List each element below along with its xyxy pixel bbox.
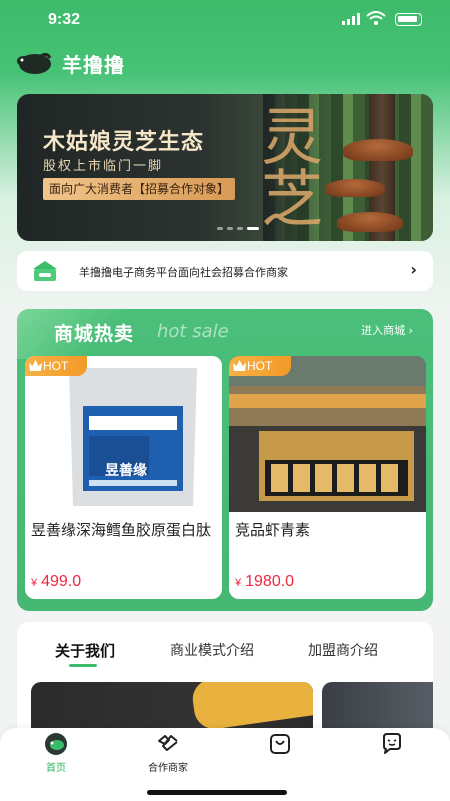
tab-active-indicator	[69, 664, 97, 667]
chevron-right-icon: ›	[410, 260, 417, 279]
sheep-logo-icon	[17, 52, 52, 74]
tab-label: 首页	[46, 763, 66, 774]
tab-label	[357, 759, 427, 772]
crown-icon	[233, 360, 246, 371]
hot-badge-label: HOT	[247, 359, 273, 373]
tab-about-us[interactable]: 关于我们	[55, 640, 115, 661]
product-card[interactable]: HOT 竞品虾青素 ¥1980.0	[229, 356, 426, 599]
status-bar: 9:32	[0, 0, 450, 40]
tab-label: 合作商家	[148, 763, 188, 774]
hot-badge: HOT	[229, 356, 291, 376]
currency-symbol: ¥	[235, 577, 242, 589]
app-title: 羊撸撸	[62, 52, 125, 77]
lingzhi-mushroom-image	[343, 139, 413, 161]
section-title: 商城热卖	[54, 323, 135, 345]
hot-sale-section: 商城热卖 hot sale 进入商城 › 昱善缘 HOT 昱善缘深海鳕鱼胶原蛋白…	[17, 309, 433, 611]
battery-icon	[395, 13, 422, 26]
hot-badge: HOT	[25, 356, 87, 376]
enter-mall-link[interactable]: 进入商城 ›	[361, 322, 413, 338]
banner-subtitle: 股权上市临门一脚	[43, 159, 164, 174]
home-icon	[45, 733, 67, 755]
product-name: 竞品虾青素	[235, 521, 311, 539]
status-time: 9:32	[48, 11, 81, 28]
shopping-bag-icon	[270, 734, 290, 754]
carousel-dot-active[interactable]	[247, 227, 259, 230]
notice-text: 羊撸撸电子商务平台面向社会招募合作商家	[79, 266, 288, 279]
carousel-dot[interactable]	[227, 227, 233, 230]
tab-messages[interactable]	[357, 732, 427, 774]
message-icon	[383, 733, 401, 754]
carousel-dot[interactable]	[217, 227, 223, 230]
about-section: 关于我们 商业模式介绍 加盟商介绍	[17, 622, 433, 742]
banner-title: 木姑娘灵芝生态	[43, 129, 205, 155]
tab-home[interactable]: 首页	[21, 732, 91, 774]
tab-business-model[interactable]: 商业模式介绍	[170, 640, 254, 660]
lingzhi-mushroom-image	[325, 179, 385, 197]
carousel-dot[interactable]	[237, 227, 243, 230]
product-pack-label: 昱善缘	[105, 463, 147, 479]
product-price: ¥1980.0	[235, 573, 294, 591]
banner-calligraphy: 灵芝	[250, 104, 323, 228]
price-value: 1980.0	[245, 573, 295, 590]
section-subtitle: hot sale	[157, 321, 229, 342]
tab-shop[interactable]	[245, 732, 315, 774]
product-card[interactable]: 昱善缘 HOT 昱善缘深海鳕鱼胶原蛋白肽 ¥499.0	[25, 356, 222, 599]
tab-franchisee[interactable]: 加盟商介绍	[308, 640, 378, 660]
hot-badge-label: HOT	[43, 359, 69, 373]
wifi-icon	[366, 11, 386, 25]
app-header: 羊撸撸	[16, 46, 125, 80]
crown-icon	[29, 360, 42, 371]
promo-banner[interactable]: 灵芝 木姑娘灵芝生态 股权上市临门一脚 面向广大消费者【招募合作对象】	[17, 94, 433, 241]
home-indicator[interactable]	[147, 790, 287, 795]
product-image	[229, 356, 426, 512]
tab-partners[interactable]: 合作商家	[133, 732, 203, 774]
notice-bar[interactable]: 羊撸撸电子商务平台面向社会招募合作商家 ›	[17, 251, 433, 291]
product-name: 昱善缘深海鳕鱼胶原蛋白肽	[31, 521, 212, 539]
tab-label	[245, 759, 315, 772]
carousel-indicator	[217, 227, 259, 230]
product-price: ¥499.0	[31, 573, 81, 591]
price-value: 499.0	[41, 573, 82, 590]
product-image	[25, 356, 222, 512]
currency-symbol: ¥	[31, 577, 38, 589]
banner-tag: 面向广大消费者【招募合作对象】	[43, 178, 236, 200]
lingzhi-mushroom-image	[337, 212, 403, 232]
shop-icon	[33, 261, 57, 281]
signal-icon	[342, 13, 360, 25]
handshake-icon	[158, 735, 178, 751]
